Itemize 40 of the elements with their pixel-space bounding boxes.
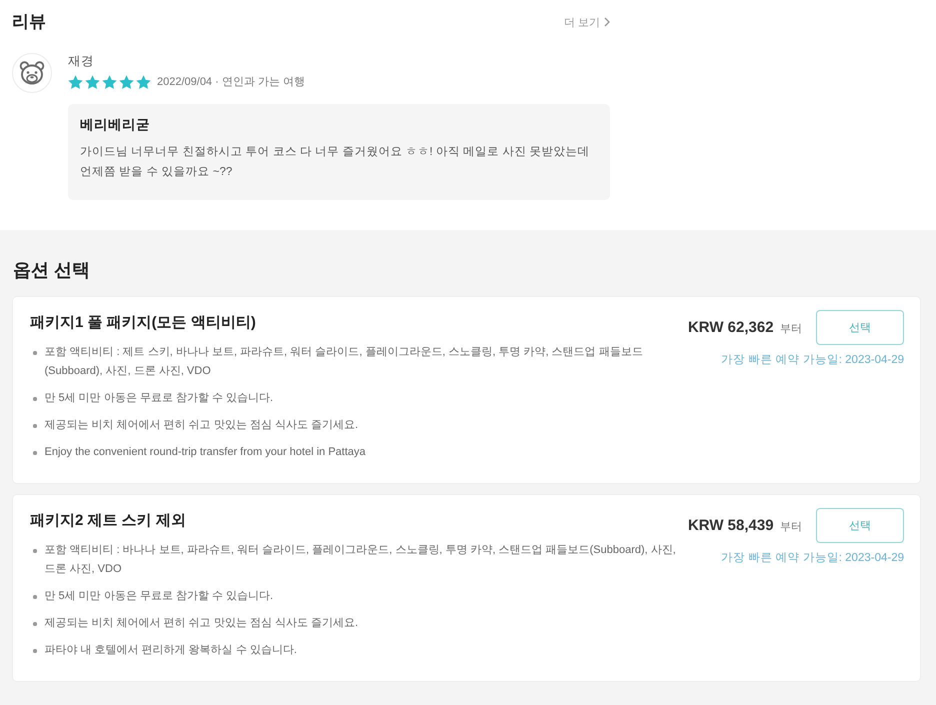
bear-avatar-icon <box>12 53 52 93</box>
select-button[interactable]: 선택 <box>816 310 904 345</box>
bullet-icon <box>33 351 36 354</box>
review-title: 베리베리굳 <box>80 116 151 134</box>
package-feature: 제공되는 비치 체어에서 편히 쉬고 맛있는 점심 식사도 즐기세요. <box>44 418 360 433</box>
price: KRW 58,439 <box>688 516 774 534</box>
reviewer-name: 재경 <box>68 53 95 69</box>
star-icon <box>68 74 83 88</box>
bullet-icon <box>33 397 36 400</box>
select-button[interactable]: 선택 <box>816 508 904 543</box>
star-icon <box>136 74 151 88</box>
more-link[interactable]: 더 보기 <box>564 14 610 30</box>
package-feature: 포함 액티비티 : 바나나 보트, 파라슈트, 워터 슬라이드, 플레이그라운드, 스노클링, 투명 카약, 스탠드업 패들보드(Subboard), 사진, 드론 사진, VDO <box>44 543 677 577</box>
bullet-icon <box>33 549 36 552</box>
package-feature: 만 5세 미만 아동은 무료로 참가할 수 있습니다. <box>44 391 274 406</box>
earliest-date: 가장 빠른 예약 가능일: 2023-04-29 <box>721 353 904 367</box>
star-icon <box>102 74 117 88</box>
bullet-icon <box>33 622 36 626</box>
star-icon <box>85 74 100 88</box>
price-suffix: 부터 <box>780 322 802 334</box>
review-text: 가이드님 너무너무 친절하시고 투어 코스 다 너무 즐거웠어요 ㅎㅎ! 아직 메일로 사진 못받았는데 언제쯤 받을 수 있을까요 ~?? <box>80 145 591 180</box>
package-feature: 파타야 내 호텔에서 편리하게 왕복하실 수 있습니다. <box>44 643 298 658</box>
bullet-icon <box>33 424 36 428</box>
package-feature: 포함 액티비티 : 제트 스키, 바나나 보트, 파라슈트, 워터 슬라이드, 플레이그라운드, 스노클링, 투명 카약, 스탠드업 패들보드(Subboard), 사진, 드론 사진, VDO <box>44 345 644 379</box>
package-feature: 제공되는 비치 체어에서 편히 쉬고 맛있는 점심 식사도 즐기세요. <box>44 616 360 631</box>
review-meta: 2022/09/04 · 연인과 가는 여행 <box>157 75 305 89</box>
package-feature: 만 5세 미만 아동은 무료로 참가할 수 있습니다. <box>44 589 274 604</box>
package-title: 패키지2 제트 스키 제외 <box>30 511 187 531</box>
star-icon <box>119 74 134 88</box>
bullet-icon <box>33 451 36 454</box>
bullet-icon <box>33 595 36 598</box>
earliest-date: 가장 빠른 예약 가능일: 2023-04-29 <box>721 551 904 565</box>
package-feature: Enjoy the convenient round-trip transfer from your hotel in Pattaya <box>44 445 367 460</box>
section-title: 리뷰 <box>12 11 46 33</box>
section-title: 옵션 선택 <box>13 259 92 282</box>
price-suffix: 부터 <box>780 520 802 532</box>
package-title: 패키지1 풀 패키지(모든 액티비티) <box>30 313 257 333</box>
chevron-right-icon <box>604 17 610 27</box>
bullet-icon <box>33 649 36 652</box>
price: KRW 62,362 <box>688 318 774 336</box>
